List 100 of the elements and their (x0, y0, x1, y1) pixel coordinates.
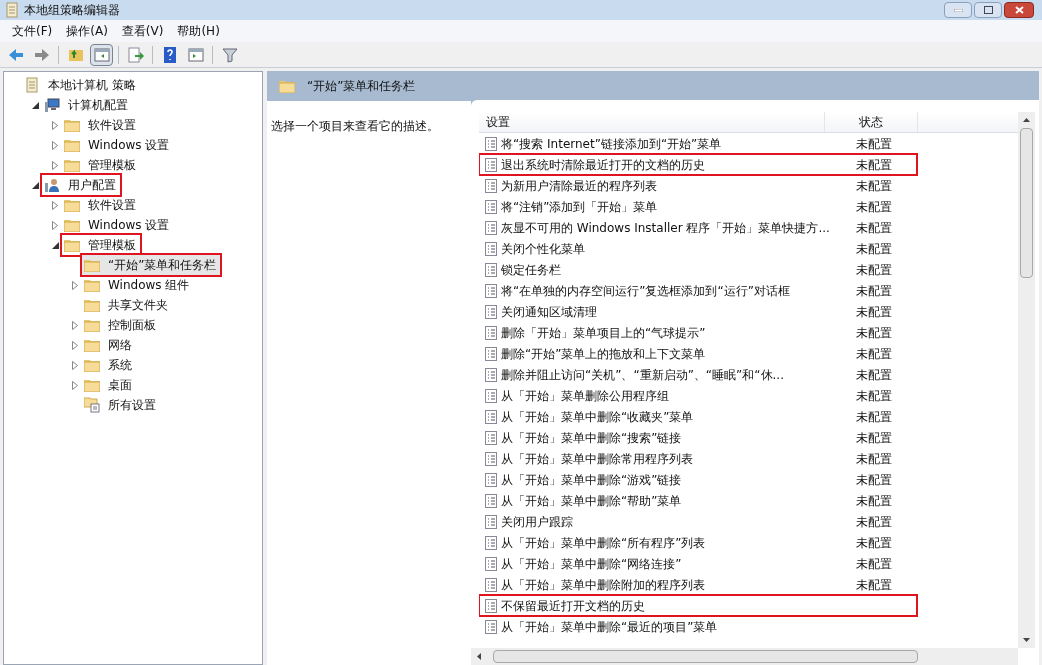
folder-icon (84, 298, 100, 312)
tree-item[interactable]: 桌面 (82, 375, 136, 395)
scroll-up-icon[interactable] (1023, 118, 1030, 122)
expanded-triangle-icon[interactable] (31, 181, 39, 189)
policy-row[interactable]: 关闭通知区域清理 未配置 (479, 301, 1018, 322)
setting-state: 未配置 (856, 555, 892, 573)
column-header[interactable]: 设置 (479, 112, 825, 132)
setting-icon (485, 430, 497, 445)
policy-row[interactable]: 从「开始」菜单中删除“收藏夹”菜单 未配置 (479, 406, 1018, 427)
collapsed-triangle-icon[interactable] (52, 160, 58, 170)
menu-item[interactable]: 文件(F) (12, 22, 53, 40)
setting-icon (485, 325, 497, 340)
toolbar-button[interactable] (90, 43, 113, 66)
policy-row[interactable]: 将“搜索 Internet”链接添加到“开始”菜单 未配置 (479, 133, 1018, 154)
policy-row[interactable]: 从「开始」菜单中删除“帮助”菜单 未配置 (479, 490, 1018, 511)
setting-state: 未配置 (856, 303, 892, 321)
collapsed-triangle-icon[interactable] (52, 220, 58, 230)
tree-item[interactable]: 网络 (82, 335, 136, 355)
scroll-left-icon[interactable] (477, 653, 481, 660)
collapsed-triangle-icon[interactable] (72, 320, 78, 330)
policy-row[interactable]: 不保留最近打开文档的历史 (479, 595, 917, 616)
setting-name: 从「开始」菜单中删除“搜索”链接 (501, 429, 683, 447)
setting-icon (485, 577, 497, 592)
policy-row[interactable]: 将“在单独的内存空间运行”复选框添加到“运行”对话框 未配置 (479, 280, 1018, 301)
setting-icon (485, 598, 497, 613)
setting-state: 未配置 (856, 450, 892, 468)
setting-state: 未配置 (856, 576, 892, 594)
collapsed-triangle-icon[interactable] (72, 280, 78, 290)
tree-item[interactable]: 计算机配置 (42, 95, 132, 115)
setting-name: 从「开始」菜单中删除常用程序列表 (501, 450, 694, 468)
policy-row[interactable]: 从「开始」菜单删除公用程序组 未配置 (479, 385, 1018, 406)
tree-item[interactable]: 所有设置 (82, 395, 160, 415)
policy-row[interactable]: 退出系统时清除最近打开的文档的历史 未配置 (479, 154, 917, 175)
menu-item[interactable]: 查看(V) (121, 22, 164, 40)
setting-icon (485, 409, 497, 424)
folder-icon (84, 278, 100, 292)
setting-state: 未配置 (856, 240, 892, 258)
collapsed-triangle-icon[interactable] (72, 360, 78, 370)
setting-name: 从「开始」菜单中删除“游戏”链接 (501, 471, 683, 489)
setting-icon (485, 388, 497, 403)
policy-row[interactable]: 删除并阻止访问“关机”、“重新启动”、“睡眠”和“休... 未配置 (479, 364, 1018, 385)
column-header[interactable]: 状态 (825, 112, 918, 132)
policy-row[interactable]: 从「开始」菜单中删除“网络连接” 未配置 (479, 553, 1018, 574)
menu-item[interactable]: 帮助(H) (177, 22, 220, 40)
tree-item[interactable]: “开始”菜单和任务栏 (82, 255, 221, 275)
policy-row[interactable]: 为新用户清除最近的程序列表 未配置 (479, 175, 1018, 196)
policy-row[interactable]: 灰显不可用的 Windows Installer 程序「开始」菜单快捷方... 未配置 (479, 217, 1018, 238)
policy-row[interactable]: 关闭个性化菜单 未配置 (479, 238, 1018, 259)
policy-row[interactable]: 锁定任务栏 未配置 (479, 259, 1018, 280)
close-button[interactable] (1004, 2, 1034, 18)
policy-row[interactable]: 从「开始」菜单中删除附加的程序列表 未配置 (479, 574, 1018, 595)
policy-row[interactable]: 关闭用户跟踪 未配置 (479, 511, 1018, 532)
setting-icon (485, 199, 497, 214)
setting-name: 从「开始」菜单删除公用程序组 (501, 387, 670, 405)
collapsed-triangle-icon[interactable] (72, 380, 78, 390)
setting-state: 未配置 (856, 408, 892, 426)
scroll-down-icon[interactable] (1023, 638, 1030, 642)
scroll-thumb[interactable] (1020, 128, 1033, 278)
tree-item[interactable]: 共享文件夹 (82, 295, 172, 315)
folder-icon (64, 118, 80, 132)
tree-item[interactable]: 用户配置 (42, 175, 120, 195)
tree-item[interactable]: 管理模板 (62, 155, 140, 175)
tree-item[interactable]: 控制面板 (82, 315, 160, 335)
folder-icon (64, 238, 80, 252)
collapsed-triangle-icon[interactable] (72, 340, 78, 350)
tree-item[interactable]: Windows 组件 (82, 275, 194, 295)
menu-item[interactable]: 操作(A) (66, 22, 108, 40)
setting-name: 删除「开始」菜单项目上的“气球提示” (501, 324, 707, 342)
tree-item[interactable]: 本地计算机 策略 (22, 75, 140, 95)
export-list-icon (126, 45, 145, 64)
policy-row[interactable]: 从「开始」菜单中删除“所有程序”列表 未配置 (479, 532, 1018, 553)
collapsed-triangle-icon[interactable] (52, 120, 58, 130)
setting-icon (485, 178, 497, 193)
horizontal-scrollbar[interactable] (471, 648, 1018, 665)
tree-item[interactable]: Windows 设置 (62, 135, 174, 155)
collapsed-triangle-icon[interactable] (52, 200, 58, 210)
policy-row[interactable]: 从「开始」菜单中删除“最近的项目”菜单 (479, 616, 1018, 637)
vertical-scrollbar[interactable] (1018, 112, 1035, 648)
setting-icon (485, 220, 497, 235)
panel-title: “开始”菜单和任务栏 (307, 78, 416, 95)
policy-row[interactable]: 从「开始」菜单中删除“搜索”链接 未配置 (479, 427, 1018, 448)
expanded-triangle-icon[interactable] (51, 241, 59, 249)
tree-item[interactable]: 管理模板 (62, 235, 140, 255)
setting-name: 从「开始」菜单中删除“网络连接” (501, 555, 683, 573)
scroll-thumb[interactable] (493, 650, 918, 663)
setting-icon (485, 493, 497, 508)
setting-name: 关闭通知区域清理 (501, 303, 598, 321)
tree-item[interactable]: Windows 设置 (62, 215, 174, 235)
tree-item[interactable]: 系统 (82, 355, 136, 375)
policy-row[interactable]: 从「开始」菜单中删除“游戏”链接 未配置 (479, 469, 1018, 490)
tree-item[interactable]: 软件设置 (62, 195, 140, 215)
policy-row[interactable]: 将“注销”添加到「开始」菜单 未配置 (479, 196, 1018, 217)
tree-item[interactable]: 软件设置 (62, 115, 140, 135)
policy-row[interactable]: 删除「开始」菜单项目上的“气球提示” 未配置 (479, 322, 1018, 343)
policy-row[interactable]: 从「开始」菜单中删除常用程序列表 未配置 (479, 448, 1018, 469)
collapsed-triangle-icon[interactable] (52, 140, 58, 150)
expanded-triangle-icon[interactable] (31, 101, 39, 109)
maximize-button[interactable] (974, 2, 1002, 18)
setting-state: 未配置 (856, 219, 892, 237)
policy-row[interactable]: 删除“开始”菜单上的拖放和上下文菜单 未配置 (479, 343, 1018, 364)
